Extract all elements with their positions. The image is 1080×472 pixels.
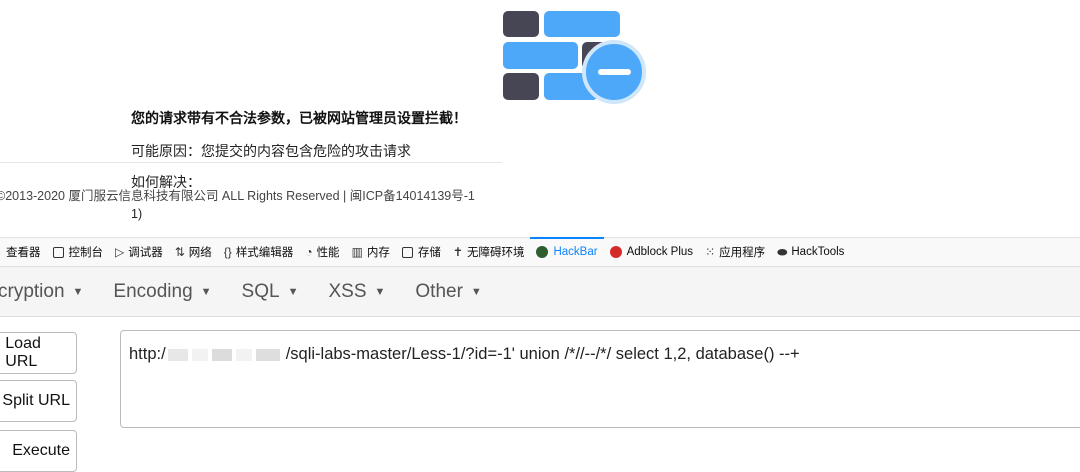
url-path: /sqli-labs-master/Less-1/?id=-1' union /…	[286, 345, 800, 363]
tab-label: 样式编辑器	[236, 244, 294, 260]
tab-debugger[interactable]: ▷ 调试器	[109, 238, 169, 267]
caret-down-icon: ▼	[201, 286, 212, 298]
caret-down-icon: ▼	[471, 286, 482, 298]
tab-console[interactable]: 控制台	[47, 238, 110, 267]
debugger-icon: ▷	[115, 245, 124, 259]
tab-inspector[interactable]: 查看器	[0, 238, 47, 267]
redacted-host	[168, 349, 188, 361]
tab-network[interactable]: ⇅ 网络	[169, 238, 218, 267]
style-editor-icon: {}	[224, 245, 232, 259]
menu-label: cryption	[0, 281, 65, 303]
tab-label: 应用程序	[719, 244, 765, 260]
menu-encoding[interactable]: Encoding ▼	[113, 281, 211, 303]
redacted-host	[212, 349, 232, 361]
tab-label: 无障碍环境	[467, 244, 525, 260]
caret-down-icon: ▼	[375, 286, 386, 298]
tab-label: 性能	[317, 244, 340, 260]
copyright-line-2: 1)	[131, 205, 506, 223]
hackbar-icon	[536, 246, 548, 258]
menu-encryption[interactable]: cryption ▼	[0, 281, 83, 303]
tab-label: 调试器	[128, 244, 163, 260]
hacktools-icon: ⬬	[777, 245, 787, 260]
tab-label: 控制台	[69, 244, 104, 260]
tab-style-editor[interactable]: {} 样式编辑器	[218, 238, 300, 267]
hackbar-panel: Load URL Split URL Execute http://sqli-l…	[0, 317, 1080, 453]
menu-label: SQL	[242, 281, 280, 303]
tab-label: 查看器	[6, 244, 41, 260]
execute-button[interactable]: Execute	[0, 430, 77, 472]
memory-icon: ▥	[352, 245, 363, 259]
redacted-host	[236, 349, 252, 361]
caret-down-icon: ▼	[73, 286, 84, 298]
adblock-icon	[610, 246, 622, 258]
copyright-line: ©2013-2020 厦门服云信息科技有限公司 ALL Rights Reser…	[0, 187, 506, 205]
hackbar-menu: cryption ▼ Encoding ▼ SQL ▼ XSS ▼ Other ▼	[0, 267, 1080, 317]
console-icon	[53, 247, 64, 258]
tab-memory[interactable]: ▥ 内存	[346, 238, 396, 267]
tab-performance[interactable]: ◔ 性能	[299, 238, 345, 267]
caret-down-icon: ▼	[288, 286, 299, 298]
menu-label: Other	[415, 281, 463, 303]
menu-sql[interactable]: SQL ▼	[242, 281, 299, 303]
storage-icon	[402, 247, 413, 258]
block-reason: 可能原因：您提交的内容包含危险的攻击请求	[131, 141, 411, 161]
tab-label: HackBar	[553, 246, 597, 258]
redacted-host	[192, 349, 208, 361]
split-url-button[interactable]: Split URL	[0, 380, 77, 422]
block-page: 您的请求带有不合法参数，已被网站管理员设置拦截！ 可能原因：您提交的内容包含危险…	[0, 0, 1080, 237]
button-label: Execute	[12, 442, 70, 460]
devtools-tabbar: 查看器 控制台 ▷ 调试器 ⇅ 网络 {} 样式编辑器 ◔ 性能 ▥ 内存 存储 ✝ 无障碍…	[0, 237, 1080, 267]
tab-label: Adblock Plus	[627, 246, 693, 258]
menu-other[interactable]: Other ▼	[415, 281, 481, 303]
menu-label: Encoding	[113, 281, 192, 303]
performance-icon: ◔	[305, 245, 312, 259]
network-icon: ⇅	[175, 245, 185, 259]
tab-application[interactable]: ⁙ 应用程序	[699, 238, 771, 267]
block-title: 您的请求带有不合法参数，已被网站管理员设置拦截！	[131, 108, 467, 128]
waf-firewall-logo	[500, 9, 648, 104]
tab-hackbar[interactable]: HackBar	[530, 238, 603, 267]
button-label: Load URL	[5, 335, 70, 371]
menu-label: XSS	[328, 281, 366, 303]
tab-hacktools[interactable]: ⬬ HackTools	[771, 238, 850, 267]
tab-adblock-plus[interactable]: Adblock Plus	[604, 238, 699, 267]
tab-storage[interactable]: 存储	[396, 238, 447, 267]
tab-label: 内存	[367, 244, 390, 260]
load-url-button[interactable]: Load URL	[0, 332, 77, 374]
url-textarea[interactable]: http:/ /sqli-labs-master/Less-1/?id=-1' u…	[120, 330, 1080, 428]
menu-xss[interactable]: XSS ▼	[328, 281, 385, 303]
accessibility-icon: ✝	[453, 245, 463, 259]
application-icon: ⁙	[705, 245, 715, 259]
redacted-host	[256, 349, 280, 361]
tab-label: 存储	[418, 244, 441, 260]
tab-label: 网络	[189, 244, 212, 260]
tab-accessibility[interactable]: ✝ 无障碍环境	[447, 238, 531, 267]
divider	[0, 162, 502, 163]
tab-label: HackTools	[791, 246, 844, 258]
copyright: ©2013-2020 厦门服云信息科技有限公司 ALL Rights Reser…	[0, 187, 506, 223]
url-prefix: http:/	[129, 345, 166, 363]
button-label: Split URL	[2, 392, 70, 410]
